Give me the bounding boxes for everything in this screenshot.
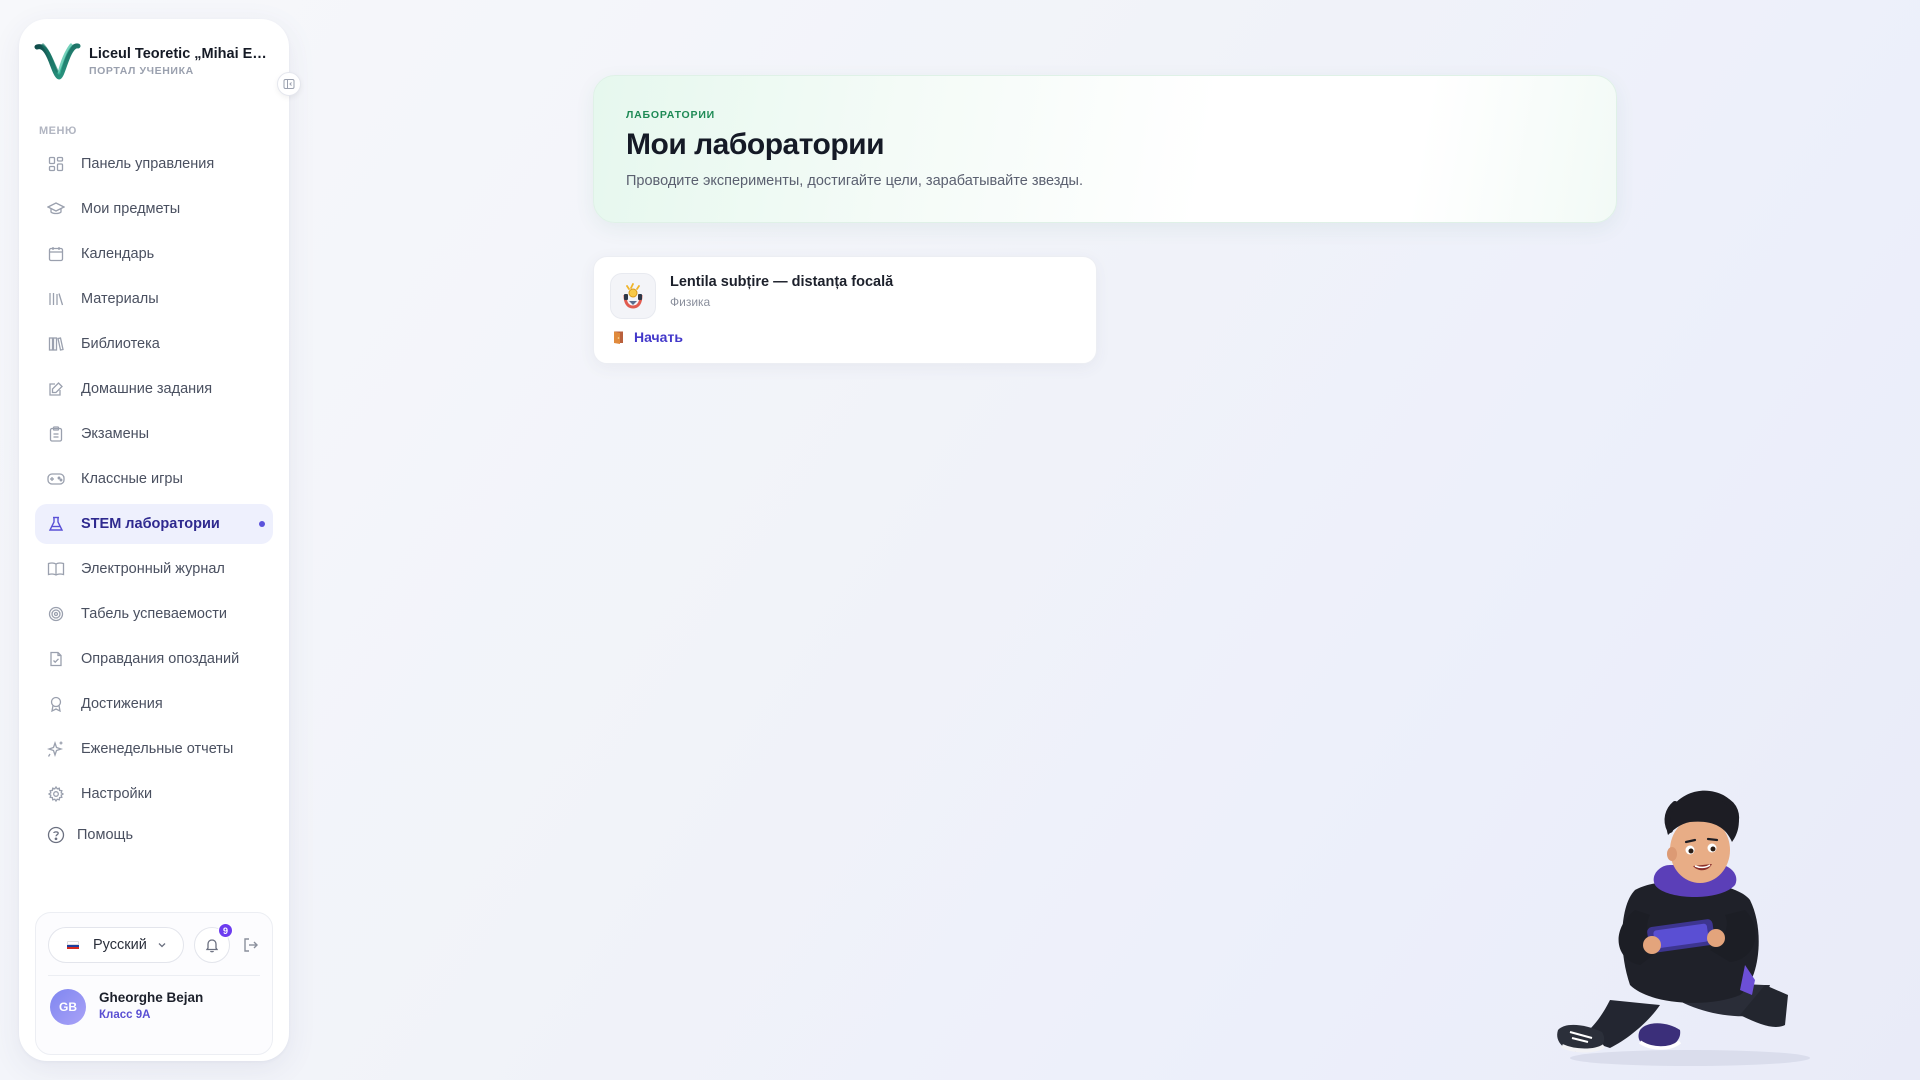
flask-icon: [47, 515, 65, 533]
sidebar-item-label: Классные игры: [81, 471, 183, 487]
lab-subject: Физика: [670, 295, 711, 309]
sidebar-item-label: Настройки: [81, 786, 153, 802]
page-header: ЛАБОРАТОРИИ Мои лаборатории Проводите эк…: [593, 75, 1617, 223]
dashboard-grid-icon: [47, 155, 65, 173]
start-lab-button[interactable]: Начать: [612, 329, 683, 345]
question-circle-icon: [47, 826, 65, 844]
avatar[interactable]: GB: [50, 989, 86, 1025]
sidebar-item-achievements[interactable]: Достижения: [35, 684, 273, 724]
menu-heading: МЕНЮ: [39, 125, 77, 137]
language-label: Русский: [93, 937, 147, 953]
library-books-icon: [47, 290, 65, 308]
language-selector[interactable]: Русский: [48, 927, 184, 963]
sidebar-item-e-journal[interactable]: Электронный журнал: [35, 549, 273, 589]
lab-title: Lentila subțire — distanța focală: [670, 274, 894, 290]
clipboard-icon: [47, 425, 65, 443]
sidebar-item-late-excuses[interactable]: Оправдания опозданий: [35, 639, 273, 679]
gear-icon: [47, 785, 65, 803]
sidebar-item-calendar[interactable]: Календарь: [35, 234, 273, 274]
sparkles-icon: [47, 740, 65, 758]
sidebar-item-label: Библиотека: [81, 336, 160, 352]
page-title: Мои лаборатории: [626, 128, 885, 161]
page-subtitle: Проводите эксперименты, достигайте цели,…: [626, 173, 1083, 189]
help-label: Помощь: [77, 827, 134, 843]
notifications-button[interactable]: 9: [194, 923, 233, 963]
sidebar-item-exams[interactable]: Экзамены: [35, 414, 273, 454]
sidebar-item-settings[interactable]: Настройки: [35, 774, 273, 814]
award-icon: [47, 695, 65, 713]
calendar-icon: [47, 245, 65, 263]
gamepad-icon: [47, 470, 65, 488]
sidebar-item-label: Электронный журнал: [81, 561, 225, 577]
sidebar: Liceul Teoretic „Mihai Emi... ПОРТАЛ УЧЕ…: [19, 19, 301, 1061]
russia-flag-icon: [67, 940, 79, 950]
school-logo-icon: [34, 43, 81, 80]
lab-thumbnail: [610, 273, 656, 319]
sidebar-item-label: Панель управления: [81, 156, 215, 172]
sidebar-item-stem-labs[interactable]: STEM лаборатории: [35, 504, 273, 544]
page-eyebrow: ЛАБОРАТОРИИ: [626, 109, 716, 121]
sidebar-item-label: Домашние задания: [81, 381, 213, 397]
sidebar-item-library[interactable]: Библиотека: [35, 324, 273, 364]
sidebar-item-label: Материалы: [81, 291, 159, 307]
active-indicator-dot: [259, 521, 265, 527]
student-gaming-mascot-illustration: [1557, 790, 1810, 1066]
notification-count-badge: 9: [218, 923, 233, 938]
sidebar-item-label: STEM лаборатории: [81, 516, 220, 532]
portal-label: ПОРТАЛ УЧЕНИКА: [89, 64, 194, 77]
sidebar-collapse-icon: [283, 79, 295, 89]
sidebar-item-report-card[interactable]: Табель успеваемости: [35, 594, 273, 634]
sidebar-item-subjects[interactable]: Мои предметы: [35, 189, 273, 229]
user-name: Gheorghe Bejan: [99, 990, 204, 1005]
school-name: Liceul Teoretic „Mihai Emi...: [89, 45, 269, 62]
sidebar-item-homework[interactable]: Домашние задания: [35, 369, 273, 409]
sidebar-item-dashboard[interactable]: Панель управления: [35, 144, 273, 184]
open-book-icon: [47, 560, 65, 578]
sidebar-item-class-games[interactable]: Классные игры: [35, 459, 273, 499]
target-icon: [47, 605, 65, 623]
sidebar-item-label: Календарь: [81, 246, 155, 262]
sidebar-item-label: Оправдания опозданий: [81, 651, 240, 667]
help-link[interactable]: Помощь: [47, 826, 133, 844]
door-icon: [614, 331, 623, 344]
collapse-sidebar-button[interactable]: [277, 72, 301, 96]
sidebar-item-label: Табель успеваемости: [81, 606, 227, 622]
divider: [48, 975, 260, 976]
logout-icon[interactable]: [241, 935, 261, 955]
user-panel: Русский 9 GB Gheorghe Bejan Класс 9A: [35, 912, 273, 1055]
sidebar-item-weekly-reports[interactable]: Еженедельные отчеты: [35, 729, 273, 769]
user-class: Класс 9A: [99, 1009, 151, 1021]
books-shelf-icon: [47, 335, 65, 353]
sidebar-item-materials[interactable]: Материалы: [35, 279, 273, 319]
sidebar-item-label: Достижения: [81, 696, 163, 712]
bell-icon: [205, 939, 219, 953]
brand[interactable]: Liceul Teoretic „Mihai Emi... ПОРТАЛ УЧЕ…: [33, 37, 269, 85]
lens-experiment-icon: [623, 283, 643, 309]
edit-note-icon: [47, 380, 65, 398]
start-lab-label: Начать: [634, 329, 683, 345]
sidebar-nav: Панель управления Мои предметы Календарь…: [35, 144, 273, 819]
sidebar-item-label: Мои предметы: [81, 201, 181, 217]
lab-card[interactable]: Lentila subțire — distanța focală Физика…: [593, 256, 1097, 364]
sidebar-item-label: Еженедельные отчеты: [81, 741, 234, 757]
document-check-icon: [47, 650, 65, 668]
graduation-cap-icon: [47, 200, 65, 218]
chevron-down-icon: [158, 943, 166, 948]
sidebar-item-label: Экзамены: [81, 426, 150, 442]
